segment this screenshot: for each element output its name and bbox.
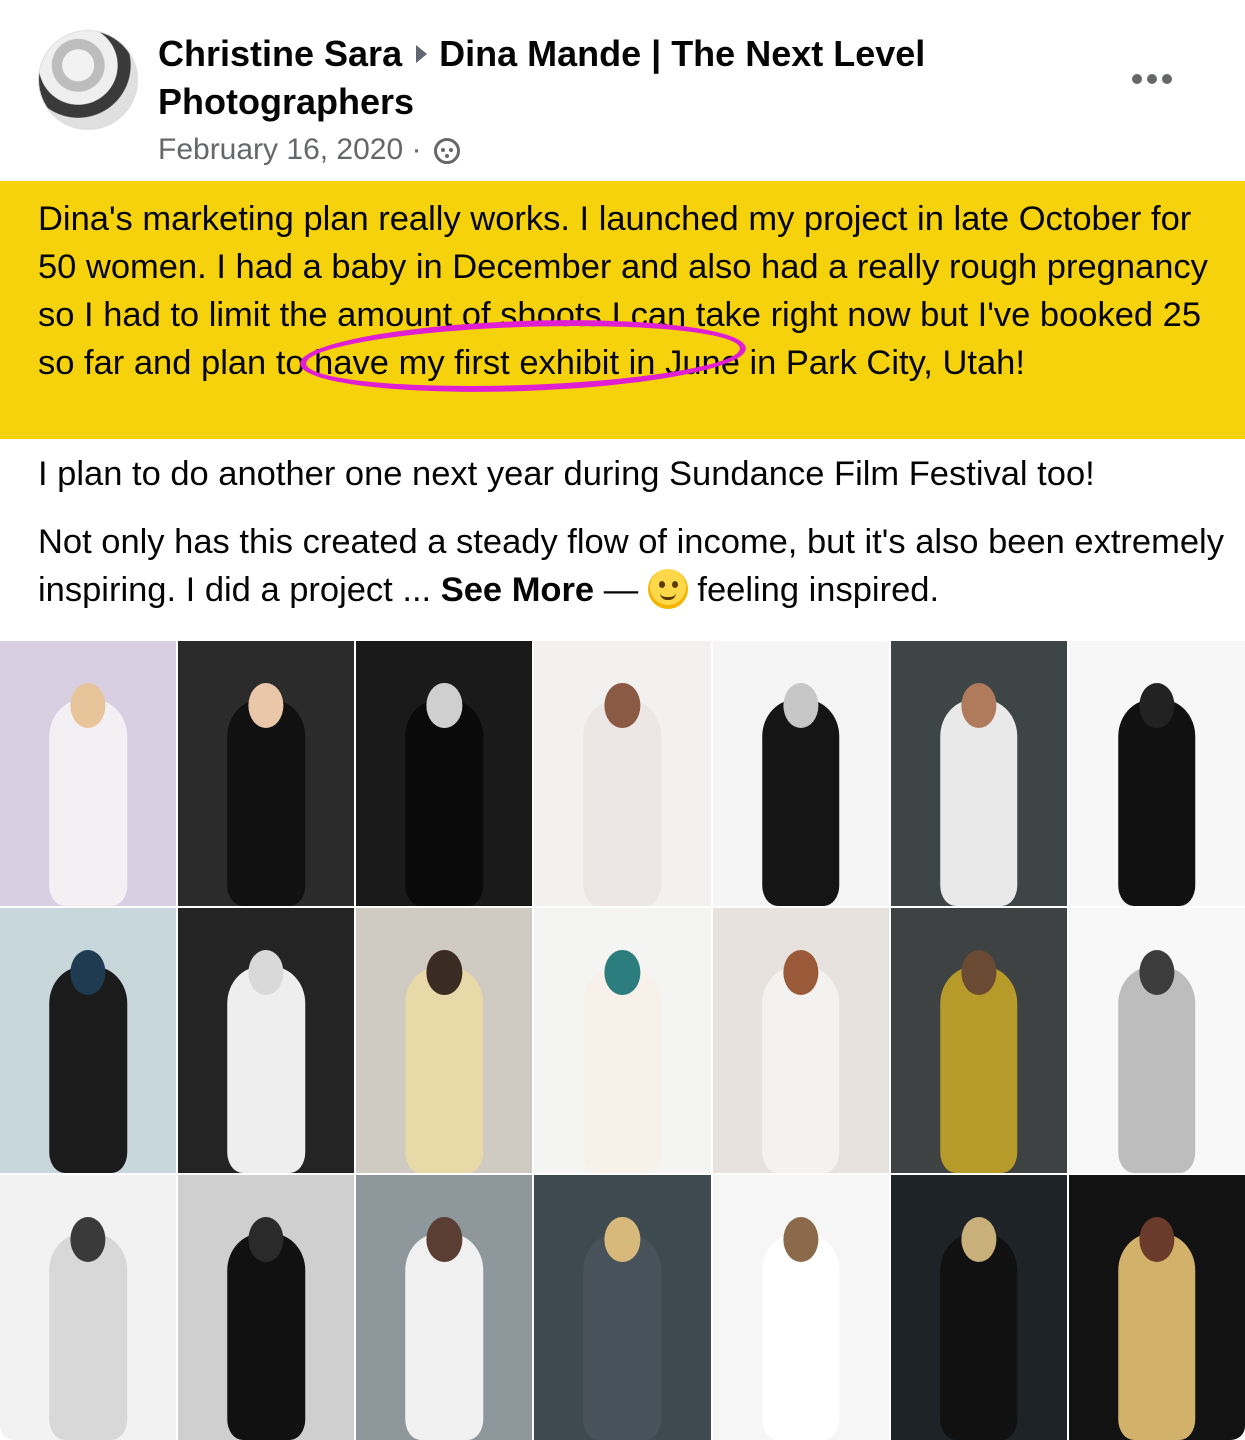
photo-thumbnail[interactable] — [356, 908, 533, 1173]
photo-subject-head — [961, 683, 997, 729]
photo-subject — [1118, 699, 1196, 906]
post-date[interactable]: February 16, 2020 · — [158, 133, 421, 166]
photo-thumbnail[interactable] — [0, 641, 177, 906]
author-name[interactable]: Christine Sara — [158, 33, 402, 74]
photo-subject — [49, 1233, 127, 1440]
photo-thumbnail[interactable] — [712, 641, 889, 906]
photo-subject-head — [961, 1217, 997, 1263]
photo-subject-head — [783, 683, 819, 729]
post-paragraph-2: I plan to do another one next year durin… — [38, 455, 1095, 493]
photo-subject-head — [1139, 1217, 1175, 1263]
photo-subject — [405, 966, 484, 1173]
photo-thumbnail[interactable] — [0, 1175, 177, 1440]
photo-subject-head — [70, 683, 106, 729]
photo-subject-head — [604, 683, 641, 729]
photo-subject — [405, 699, 484, 906]
photo-subject-head — [783, 1217, 819, 1263]
photo-subject — [227, 966, 305, 1173]
photo-subject-head — [426, 1217, 462, 1263]
photo-subject — [405, 1233, 484, 1440]
post-meta: February 16, 2020 · — [158, 130, 460, 170]
photo-thumbnail[interactable] — [712, 908, 889, 1173]
photo-thumbnail[interactable] — [356, 1175, 533, 1440]
smiling-face-icon — [647, 569, 688, 609]
photo-thumbnail[interactable] — [1068, 641, 1245, 906]
photo-subject-head — [70, 950, 106, 996]
group-members-icon — [433, 138, 460, 165]
photo-subject — [761, 966, 840, 1173]
photo-subject-head — [248, 1217, 284, 1263]
photo-subject-head — [1139, 683, 1175, 729]
post-paragraph-3: Not only has this created a steady flow … — [38, 518, 1228, 614]
post-highlighted-text: Dina's marketing plan really works. I la… — [38, 200, 1208, 382]
photo-subject — [227, 699, 305, 906]
photo-thumbnail[interactable] — [178, 908, 355, 1173]
photo-subject-head — [961, 950, 997, 996]
photo-subject — [583, 966, 662, 1173]
photo-subject — [940, 699, 1018, 906]
photo-thumbnail[interactable] — [1068, 908, 1245, 1173]
shared-to-arrow-icon — [416, 45, 428, 64]
photo-thumbnail[interactable] — [890, 1175, 1067, 1440]
photo-grid — [0, 641, 1245, 1440]
photo-subject — [583, 1233, 662, 1440]
photo-subject — [1118, 966, 1196, 1173]
photo-subject-head — [426, 950, 462, 996]
feed-post: Christine Sara Dina Mande | The Next Leve… — [0, 0, 1245, 1440]
photo-subject-head — [604, 1217, 641, 1263]
photo-subject-head — [70, 1217, 106, 1263]
photo-subject — [761, 1233, 840, 1440]
photo-thumbnail[interactable] — [0, 908, 177, 1173]
photo-thumbnail[interactable] — [534, 1175, 711, 1440]
photo-subject-head — [1139, 950, 1175, 996]
see-more-link[interactable]: See More — [441, 571, 594, 609]
photo-thumbnail[interactable] — [712, 1175, 889, 1440]
photo-subject-head — [426, 683, 462, 729]
photo-subject — [583, 699, 662, 906]
photo-subject — [49, 699, 127, 906]
feeling-separator: — — [594, 571, 648, 609]
photo-subject — [761, 699, 840, 906]
photo-subject — [940, 1233, 1018, 1440]
photo-thumbnail[interactable] — [178, 1175, 355, 1440]
post-header-title: Christine Sara Dina Mande | The Next Leve… — [158, 30, 1118, 126]
photo-subject-head — [248, 683, 284, 729]
photo-subject-head — [248, 950, 284, 996]
photo-subject — [49, 966, 127, 1173]
photo-thumbnail[interactable] — [534, 908, 711, 1173]
photo-subject — [227, 1233, 305, 1440]
more-horizontal-icon[interactable] — [1132, 62, 1178, 84]
photo-subject-head — [783, 950, 819, 996]
photo-subject — [1118, 1233, 1196, 1440]
photo-thumbnail[interactable] — [890, 908, 1067, 1173]
photo-thumbnail[interactable] — [356, 641, 533, 906]
photo-thumbnail[interactable] — [1068, 1175, 1245, 1440]
photo-thumbnail[interactable] — [178, 641, 355, 906]
feeling-text: feeling inspired. — [697, 571, 940, 609]
photo-thumbnail[interactable] — [890, 641, 1067, 906]
author-avatar[interactable] — [38, 30, 138, 130]
photo-thumbnail[interactable] — [534, 641, 711, 906]
photo-subject-head — [604, 950, 641, 996]
photo-subject — [940, 966, 1018, 1173]
